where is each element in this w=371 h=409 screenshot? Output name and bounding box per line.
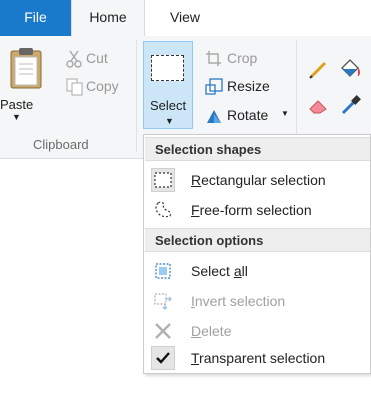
- free-form-selection-icon: [155, 201, 172, 218]
- color-picker-icon[interactable]: [340, 94, 362, 116]
- select-label: Select: [150, 98, 187, 113]
- tab-file[interactable]: File: [0, 0, 71, 36]
- paste-label: Paste: [0, 97, 34, 112]
- clipboard-group-label: Clipboard: [33, 137, 89, 152]
- chevron-down-icon: ▼: [281, 109, 289, 118]
- fill-bucket-icon[interactable]: [338, 58, 362, 80]
- copy-button[interactable]: Copy: [64, 76, 134, 98]
- select-all-icon: [155, 263, 171, 279]
- tab-home[interactable]: Home: [71, 0, 145, 37]
- crop-label: Crop: [227, 50, 258, 66]
- resize-button[interactable]: Resize: [205, 76, 285, 98]
- select-button[interactable]: Select ▼: [143, 41, 193, 129]
- group-separator: [136, 40, 137, 152]
- menu-item-rectangular-selection[interactable]: Rectangular selection: [145, 165, 370, 195]
- tab-view[interactable]: View: [145, 0, 225, 36]
- pencil-icon[interactable]: [308, 58, 330, 80]
- scissors-icon: [66, 50, 82, 68]
- ribbon-tab-strip: File Home View: [0, 0, 371, 37]
- resize-icon: [205, 78, 223, 95]
- rotate-label: Rotate: [227, 107, 269, 123]
- menu-header-selection-shapes: Selection shapes: [145, 137, 370, 161]
- rectangular-selection-icon: [154, 172, 172, 188]
- menu-item-delete[interactable]: Delete: [145, 316, 370, 346]
- menu-header-selection-options: Selection options: [145, 228, 370, 252]
- chevron-down-icon: ▼: [165, 116, 174, 126]
- chevron-down-icon: ▼: [12, 112, 21, 122]
- checkmark-icon: [156, 352, 170, 364]
- copy-label: Copy: [86, 78, 119, 94]
- crop-icon: [206, 51, 221, 66]
- paste-button[interactable]: Paste ▼: [0, 40, 48, 135]
- invert-selection-icon: [154, 293, 172, 310]
- cut-button[interactable]: Cut: [64, 48, 134, 70]
- menu-item-free-form-selection[interactable]: Free-form selection: [145, 195, 370, 225]
- canvas[interactable]: [0, 159, 143, 409]
- rectangular-selection-icon: [151, 55, 184, 81]
- eraser-icon[interactable]: [308, 94, 330, 116]
- copy-icon: [66, 78, 83, 96]
- crop-button[interactable]: Crop: [205, 48, 275, 70]
- rotate-icon: [207, 110, 221, 123]
- menu-item-invert-selection[interactable]: Invert selection: [145, 286, 370, 316]
- resize-label: Resize: [227, 78, 270, 94]
- select-dropdown-menu: Selection shapes Rectangular selection F…: [143, 134, 371, 374]
- menu-item-transparent-selection[interactable]: Transparent selection: [145, 343, 370, 373]
- cut-label: Cut: [86, 50, 108, 66]
- rotate-button[interactable]: Rotate ▼: [205, 105, 295, 127]
- clipboard-icon: [10, 48, 42, 89]
- menu-item-select-all[interactable]: Select all: [145, 256, 370, 286]
- delete-icon: [155, 323, 171, 339]
